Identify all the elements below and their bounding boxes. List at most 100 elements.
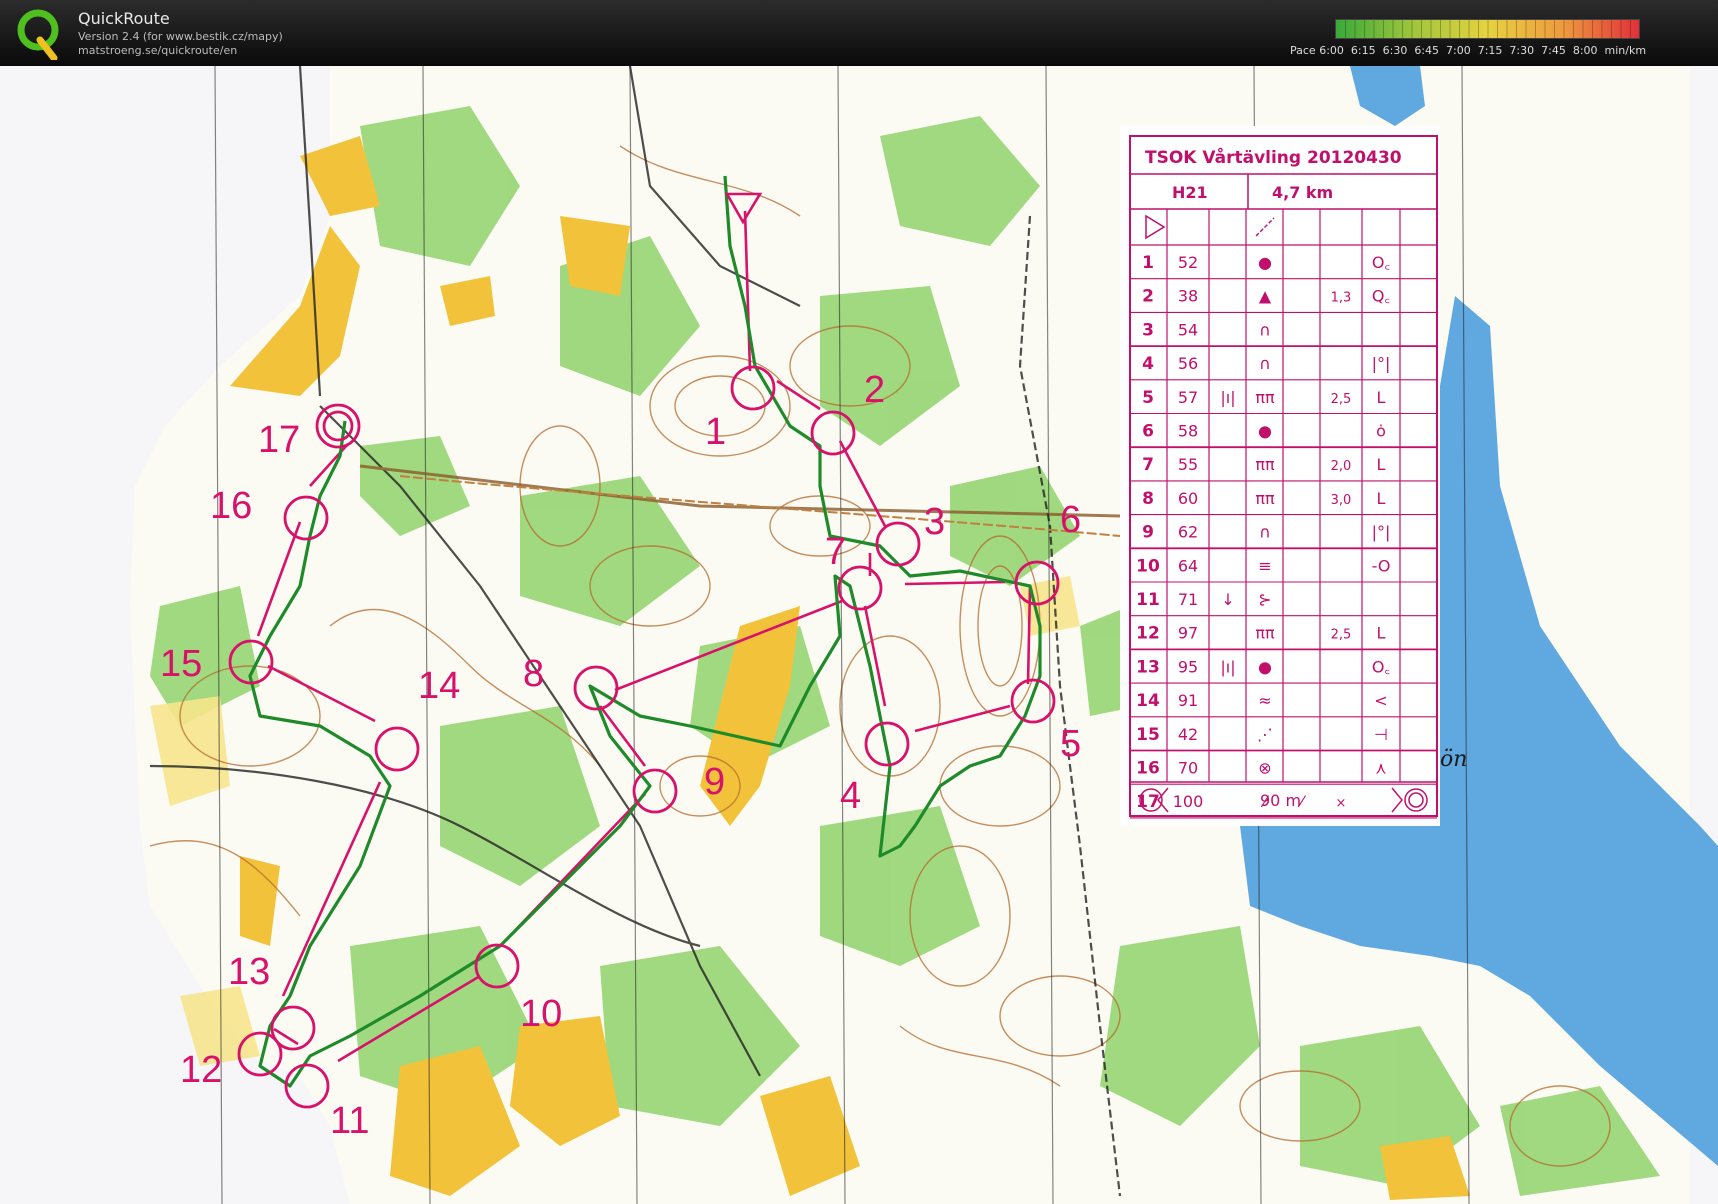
control-label-8: 8 <box>523 653 544 695</box>
sheet-cell-num: 6 <box>1142 422 1154 442</box>
sheet-cell-d: ππ <box>1255 388 1275 407</box>
sheet-cell-g: ⊣ <box>1374 725 1388 744</box>
pace-label: 6:30 <box>1382 44 1408 57</box>
orienteering-map[interactable]: 1234567891011121314151617 ön TSOK Vårtäv… <box>0 66 1718 1204</box>
sheet-class: H21 <box>1172 183 1208 202</box>
sheet-cell-g: L <box>1377 388 1386 407</box>
sheet-cell-c: ↓ <box>1221 590 1234 609</box>
pace-label: Pace 6:00 <box>1290 44 1344 57</box>
sheet-cell-f: 3,0 <box>1331 493 1352 508</box>
sheet-cell-d: ∩ <box>1259 320 1271 339</box>
lake-label: ön <box>1440 747 1467 772</box>
app-title: QuickRoute <box>78 9 170 28</box>
sheet-cell-g: -O <box>1372 556 1391 575</box>
sheet-cell-num: 8 <box>1142 489 1154 509</box>
sheet-cell-f: 2,5 <box>1331 628 1352 643</box>
sheet-cell-code: 95 <box>1178 657 1198 676</box>
control-label-16: 16 <box>210 485 252 527</box>
sheet-cell-g: ȯ <box>1376 422 1386 441</box>
sheet-cell-num: 10 <box>1136 556 1160 576</box>
pace-label: 7:00 <box>1446 44 1471 57</box>
sheet-cell-num: 16 <box>1136 759 1160 779</box>
sheet-cell-code: 62 <box>1178 523 1198 542</box>
pace-label: 7:30 <box>1509 44 1535 57</box>
title-bar: QuickRoute Version 2.4 (for www.bestik.c… <box>0 0 1718 66</box>
sheet-cell-num: 4 <box>1142 354 1154 374</box>
sheet-cell-d: ⊱ <box>1258 590 1271 609</box>
sheet-cell-c: |ı| <box>1220 657 1235 676</box>
sheet-cell-num: 7 <box>1142 455 1154 475</box>
app-url[interactable]: matstroeng.se/quickroute/en <box>78 44 237 57</box>
sheet-cell-num: 9 <box>1142 523 1154 543</box>
control-label-9: 9 <box>704 761 725 803</box>
sheet-cell-d: ⊗ <box>1258 759 1271 778</box>
sheet-cell-d: ⋰ <box>1257 725 1273 744</box>
sheet-cell-d: ππ <box>1255 455 1275 474</box>
sheet-cell-d: ● <box>1258 422 1272 441</box>
quickroute-logo <box>17 9 59 60</box>
sheet-cell-code: 70 <box>1178 759 1198 778</box>
pace-legend: Pace 6:00 6:15 6:30 6:45 7:00 7:15 7:30 7:45 8:0… <box>1290 44 1653 57</box>
sheet-cell-code: 55 <box>1178 455 1198 474</box>
sheet-cell-f: 1,3 <box>1331 291 1352 306</box>
sheet-cell-d: ∩ <box>1259 523 1271 542</box>
sheet-cell-g: O꜀ <box>1372 253 1390 272</box>
sheet-cell-g: ⋏ <box>1375 759 1387 778</box>
sheet-cell-code: 60 <box>1178 489 1198 508</box>
pace-label: 7:15 <box>1477 44 1503 57</box>
sheet-cell-g: |°| <box>1372 354 1391 373</box>
sheet-cell-g: O꜀ <box>1372 657 1390 676</box>
pace-unit: min/km <box>1604 44 1647 57</box>
sheet-cell-num: 1 <box>1142 253 1154 273</box>
sheet-cell-code: 58 <box>1178 422 1198 441</box>
sheet-cell-num: 14 <box>1136 691 1160 711</box>
sheet-cell-code: 64 <box>1178 556 1198 575</box>
control-label-1: 1 <box>705 411 726 453</box>
sheet-footer-distance: 90 m <box>1260 791 1301 810</box>
sheet-cell-code: 100 <box>1173 792 1204 811</box>
sheet-cell-code: 56 <box>1178 354 1198 373</box>
sheet-cell-code: 91 <box>1178 691 1198 710</box>
sheet-cell-f: 2,5 <box>1331 392 1352 407</box>
sheet-cell-d: ▲ <box>1259 287 1272 306</box>
control-description-sheet: TSOK Vårtävling 20120430 H21 4,7 km 1 5 2 ●… <box>1120 126 1440 826</box>
control-label-17: 17 <box>258 419 300 461</box>
sheet-cell-code: 97 <box>1178 624 1198 643</box>
sheet-cell-d: ∩ <box>1259 354 1271 373</box>
sheet-cell-d: ππ <box>1255 624 1275 643</box>
control-label-14: 14 <box>418 665 460 707</box>
sheet-cell-d: ● <box>1258 657 1272 676</box>
control-label-15: 15 <box>160 643 202 685</box>
sheet-title: TSOK Vårtävling 20120430 <box>1145 146 1402 168</box>
control-label-11: 11 <box>330 1100 369 1142</box>
sheet-cell-d: ππ <box>1255 489 1275 508</box>
control-label-2: 2 <box>864 369 885 411</box>
sheet-cell-c: |ı| <box>1220 388 1235 407</box>
control-label-7: 7 <box>825 531 846 573</box>
pace-label: 6:45 <box>1414 44 1440 57</box>
sheet-length: 4,7 km <box>1272 183 1333 202</box>
sheet-cell-num: 5 <box>1142 388 1154 408</box>
sheet-cell-g: L <box>1377 624 1386 643</box>
sheet-cell-g: < <box>1374 691 1387 710</box>
pace-label: 6:15 <box>1350 44 1376 57</box>
sheet-cell-g: |°| <box>1372 523 1391 542</box>
sheet-cell-d: ≈ <box>1258 691 1271 710</box>
sheet-cell-code: 38 <box>1178 287 1198 306</box>
control-label-3: 3 <box>924 501 945 543</box>
control-label-12: 12 <box>180 1049 222 1091</box>
sheet-cell-g: Q꜀ <box>1372 287 1390 306</box>
sheet-cell-num: 2 <box>1142 287 1154 307</box>
pace-label: 8:00 <box>1572 44 1598 57</box>
sheet-cell-f: × <box>1336 796 1347 811</box>
sheet-cell-code: 42 <box>1178 725 1198 744</box>
sheet-cell-num: 12 <box>1136 624 1160 644</box>
sheet-cell-code: 57 <box>1178 388 1198 407</box>
control-label-6: 6 <box>1060 499 1081 541</box>
control-label-4: 4 <box>840 775 861 817</box>
control-label-5: 5 <box>1060 723 1081 765</box>
sheet-cell-num: 3 <box>1142 320 1154 340</box>
control-label-13: 13 <box>228 951 270 993</box>
sheet-cell-d: ● <box>1258 253 1272 272</box>
sheet-cell-f: 2,0 <box>1331 459 1352 474</box>
